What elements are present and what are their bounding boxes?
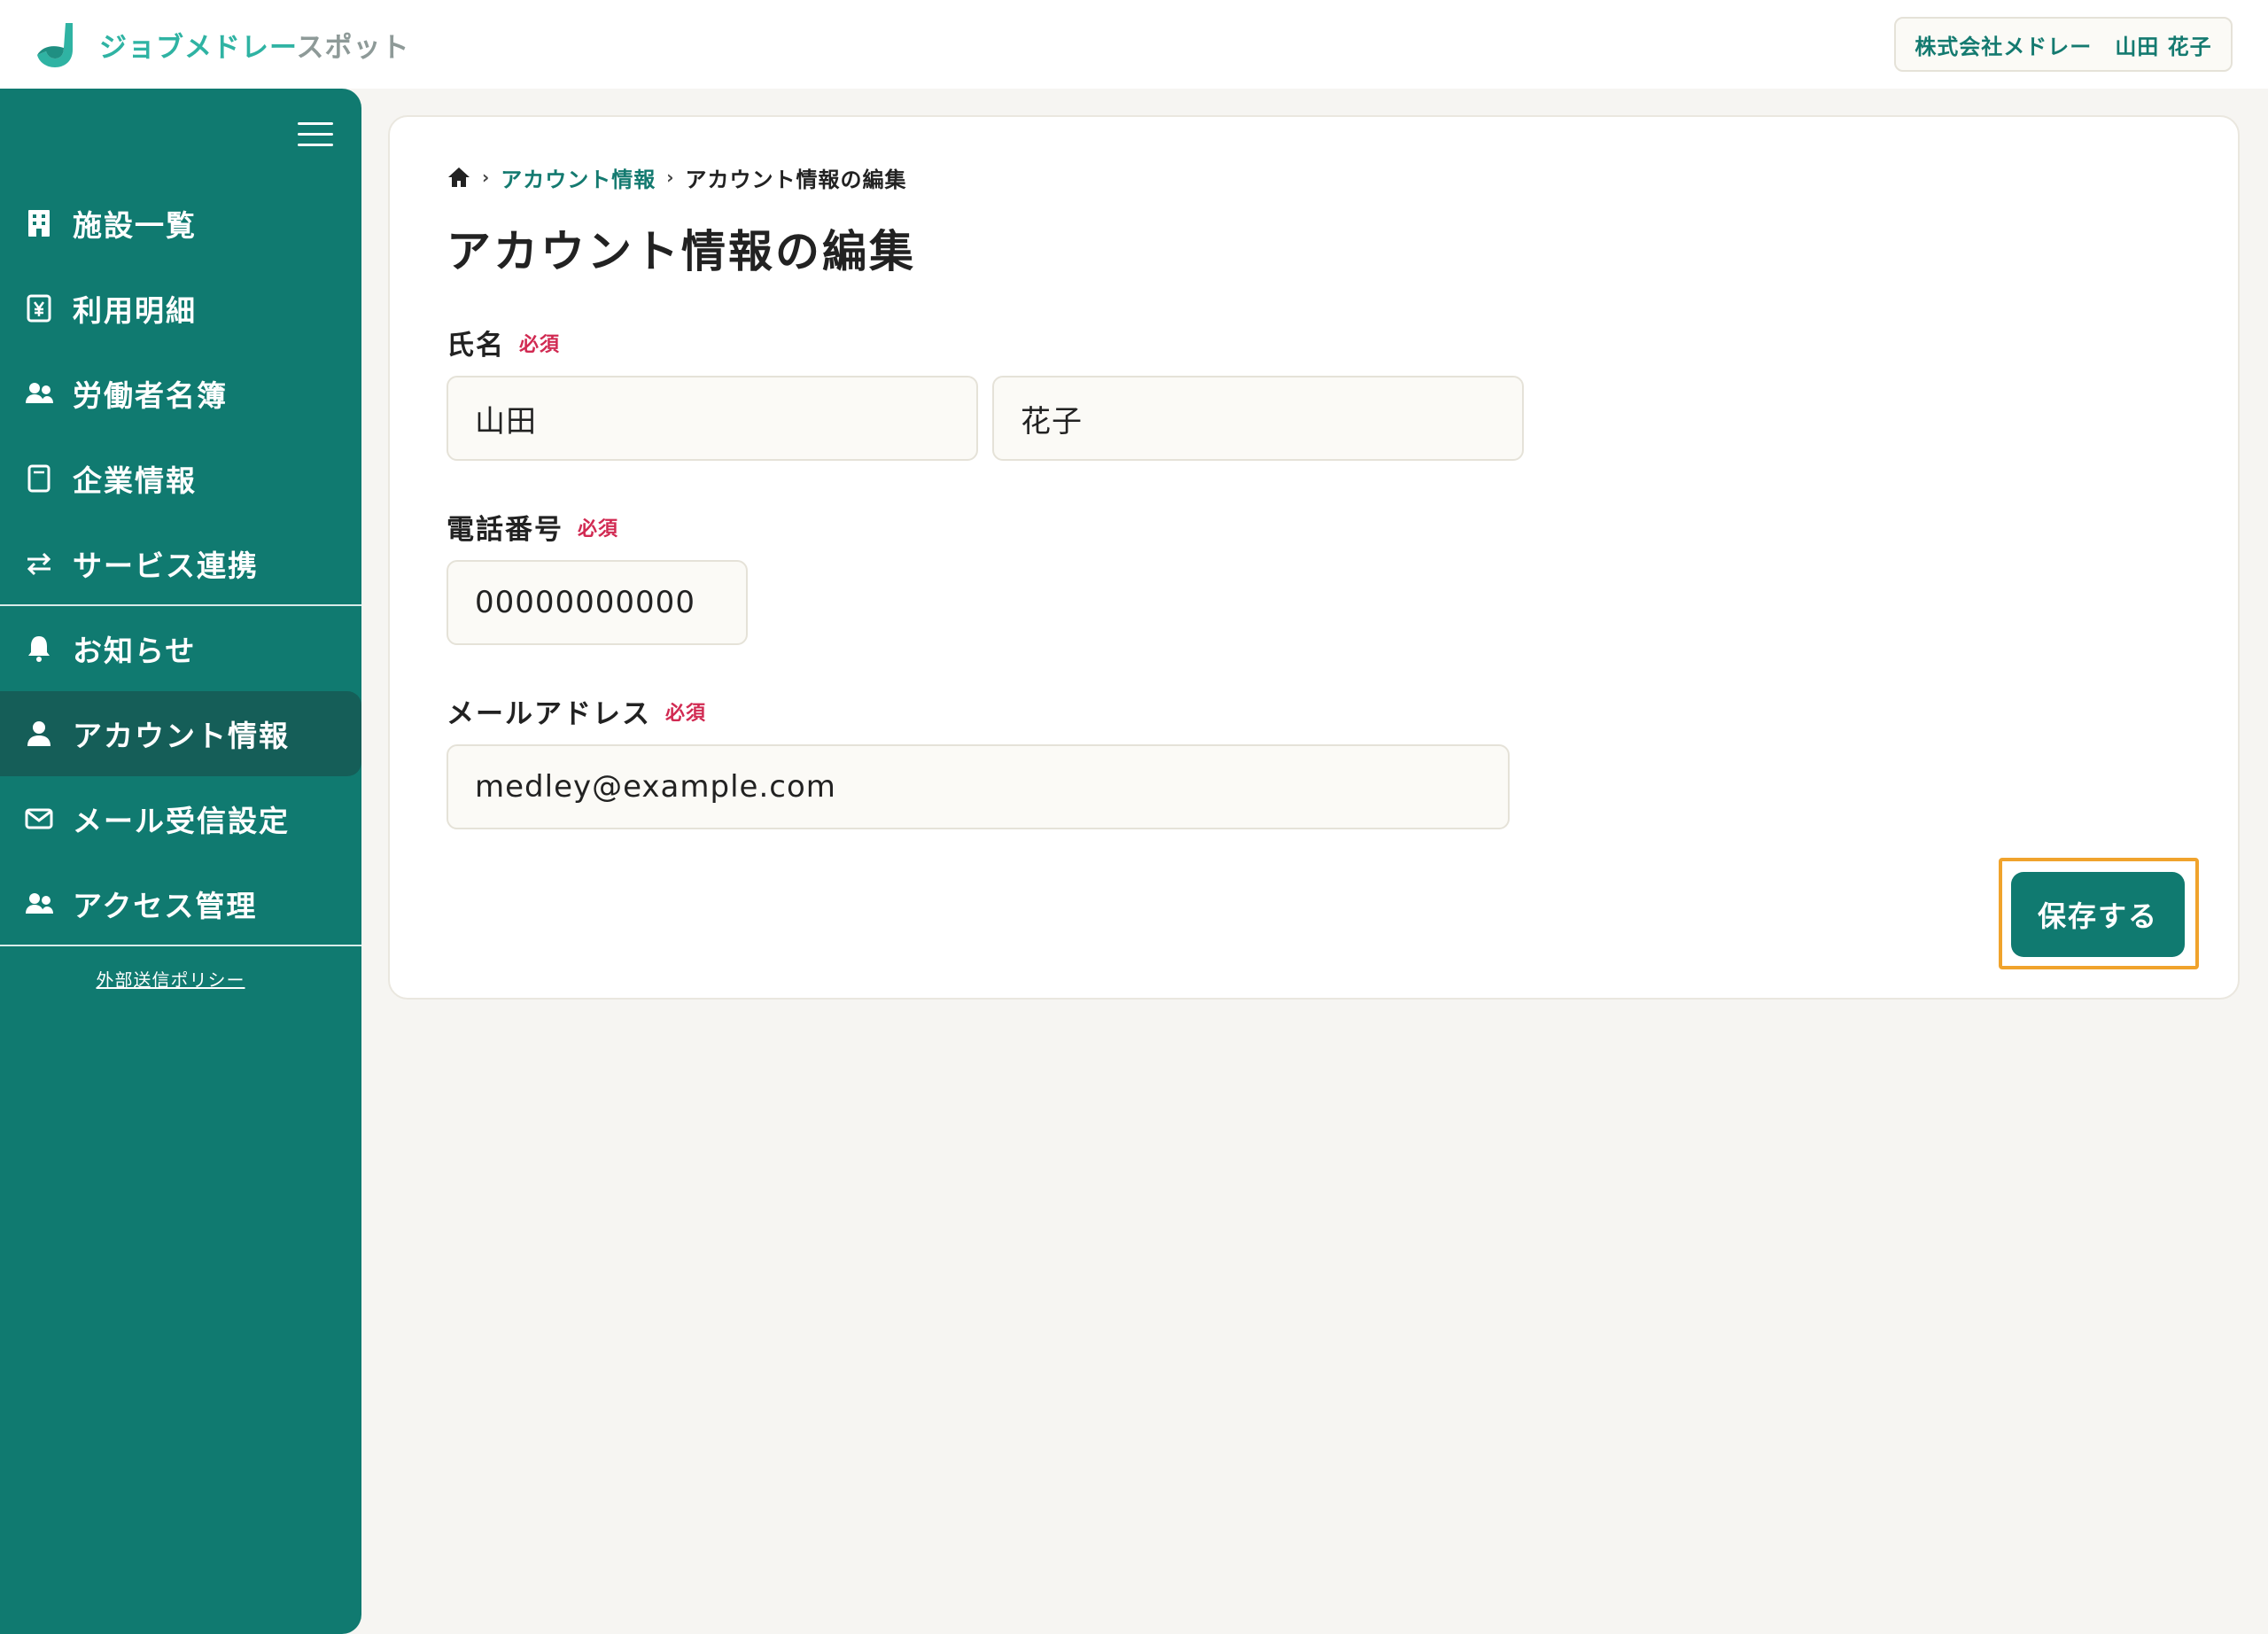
person-icon [23, 718, 55, 750]
sidebar-item-billing[interactable]: 利用明細 [0, 266, 361, 351]
company-name: 株式会社メドレー [1915, 34, 2093, 59]
sidebar-item-label: メール受信設定 [73, 804, 290, 838]
sidebar: 施設一覧 利用明細 労働者名簿 企業情報 サービス連携 お知らせ アカウント情報… [0, 89, 361, 1634]
breadcrumb: › アカウント情報 › アカウント情報の編集 [447, 161, 907, 193]
sidebar-item-company[interactable]: 企業情報 [0, 436, 361, 521]
page-title: アカウント情報の編集 [447, 226, 916, 277]
top-header: ジョブメドレースポット 株式会社メドレー 山田 花子 [0, 0, 2268, 89]
email-label: メールアドレス 必須 [447, 698, 707, 730]
sidebar-item-facilities[interactable]: 施設一覧 [0, 181, 361, 266]
mail-icon [23, 803, 55, 835]
first-name-input[interactable]: 花子 [992, 376, 1524, 461]
building-icon [23, 207, 55, 239]
sidebar-divider [0, 945, 361, 946]
sidebar-item-label: アカウント情報 [73, 719, 290, 753]
sidebar-item-access[interactable]: アクセス管理 [0, 861, 361, 946]
external-policy-link[interactable]: 外部送信ポリシー [0, 966, 341, 992]
logo-text: ジョブメドレースポット [99, 31, 410, 64]
phone-label: 電話番号 必須 [447, 514, 619, 546]
document-icon [23, 463, 55, 494]
app-logo[interactable]: ジョブメドレースポット [34, 19, 409, 69]
save-button[interactable]: 保存する [2011, 872, 2185, 957]
required-badge: 必須 [519, 333, 561, 356]
chevron-right-icon: › [482, 167, 491, 188]
sidebar-item-integrations[interactable]: サービス連携 [0, 521, 361, 606]
sidebar-item-label: 企業情報 [73, 463, 197, 498]
sidebar-item-workers[interactable]: 労働者名簿 [0, 351, 361, 436]
chevron-right-icon: › [666, 167, 675, 188]
sidebar-item-label: サービス連携 [73, 549, 259, 583]
phone-input[interactable]: 00000000000 [447, 560, 748, 645]
sidebar-item-label: 労働者名簿 [73, 378, 228, 413]
last-name-input[interactable]: 山田 [447, 376, 978, 461]
bell-icon [23, 633, 55, 665]
logo-mark-icon [37, 23, 73, 67]
breadcrumb-account-info-link[interactable]: アカウント情報 [501, 162, 656, 193]
hamburger-icon[interactable] [298, 122, 333, 149]
required-badge: 必須 [578, 517, 619, 541]
yen-receipt-icon [23, 292, 55, 324]
sidebar-item-label: 利用明細 [73, 293, 197, 328]
users-icon [23, 377, 55, 409]
sidebar-item-notifications[interactable]: お知らせ [0, 606, 361, 691]
account-menu-button[interactable]: 株式会社メドレー 山田 花子 [1894, 17, 2233, 72]
sidebar-item-mail-settings[interactable]: メール受信設定 [0, 776, 361, 861]
name-label: 氏名 必須 [447, 330, 561, 362]
sidebar-item-label: お知らせ [73, 634, 197, 668]
required-badge: 必須 [665, 702, 707, 725]
account-edit-card: › アカウント情報 › アカウント情報の編集 アカウント情報の編集 氏名 必須 … [388, 115, 2240, 1000]
home-icon[interactable] [447, 165, 471, 190]
sidebar-item-label: 施設一覧 [73, 208, 197, 243]
email-input[interactable]: medley@example.com [447, 744, 1510, 829]
sidebar-item-account[interactable]: アカウント情報 [0, 691, 361, 776]
user-name: 山田 花子 [2115, 34, 2212, 59]
breadcrumb-current: アカウント情報の編集 [685, 167, 907, 192]
sidebar-item-label: アクセス管理 [73, 889, 258, 923]
swap-arrows-icon [23, 548, 55, 580]
users-icon [23, 888, 55, 920]
